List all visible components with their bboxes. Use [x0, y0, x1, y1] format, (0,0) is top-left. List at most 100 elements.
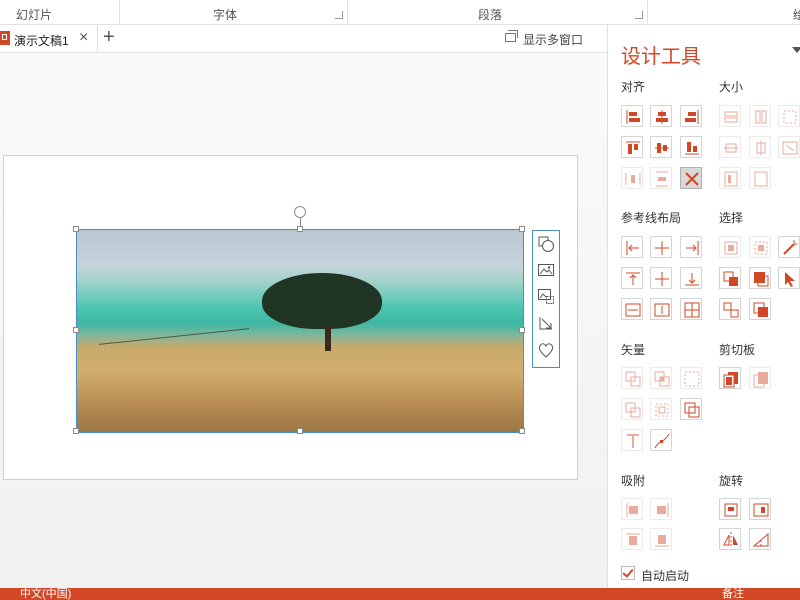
magic-wand-icon[interactable] — [778, 236, 800, 258]
snap-right-icon[interactable] — [650, 498, 672, 520]
size-fit-height-icon[interactable] — [749, 136, 771, 158]
align-center-icon[interactable] — [650, 105, 672, 127]
select-similar-icon[interactable] — [749, 236, 771, 258]
vector-union-icon[interactable] — [621, 367, 643, 389]
vector-overlay-icon[interactable] — [680, 398, 702, 420]
document-tab[interactable]: 演示文稿1 × — [0, 25, 98, 52]
rotate-angle-icon[interactable] — [749, 528, 771, 550]
slide-canvas[interactable] — [3, 155, 578, 480]
size-reset-icon[interactable] — [749, 167, 771, 189]
copy-icon[interactable] — [719, 367, 741, 389]
tree-trunk-shape — [325, 325, 331, 351]
vector-intersect-icon[interactable] — [621, 398, 643, 420]
select-back-icon[interactable] — [749, 298, 771, 320]
size-match-slide-icon[interactable] — [719, 167, 741, 189]
select-pointer-icon[interactable] — [778, 267, 800, 289]
section-size-label: 大小 — [719, 80, 744, 94]
new-tab-button[interactable]: + — [103, 26, 115, 49]
paste-icon[interactable] — [749, 367, 771, 389]
guide-spread-horizontal-icon[interactable] — [621, 298, 643, 320]
status-bar: 中文(中国) 备注 — [0, 588, 800, 600]
rotate-flip-vertical-icon[interactable] — [719, 498, 741, 520]
resize-handle-bottom-right[interactable] — [519, 428, 525, 434]
snap-left-icon[interactable] — [621, 498, 643, 520]
size-fit-width-icon[interactable] — [719, 136, 741, 158]
vector-subtract-icon[interactable] — [650, 398, 672, 420]
select-overlap-icon[interactable] — [719, 267, 741, 289]
font-dialog-launcher-icon[interactable] — [335, 11, 343, 19]
select-group-icon[interactable] — [719, 298, 741, 320]
close-icon[interactable]: × — [79, 29, 88, 47]
ribbon-group-paragraph: 段落 — [348, 0, 648, 24]
paragraph-dialog-launcher-icon[interactable] — [635, 11, 643, 19]
fence-shape — [99, 328, 249, 365]
resize-handle-bottom[interactable] — [297, 428, 303, 434]
resize-handle-right[interactable] — [519, 327, 525, 333]
align-to-slide-icon[interactable] — [680, 167, 702, 189]
size-fit-slide-icon[interactable] — [778, 136, 800, 158]
guide-bottom-icon[interactable] — [680, 267, 702, 289]
rotate-flip-horizontal-icon[interactable] — [749, 498, 771, 520]
ribbon-group-label: 绘 — [793, 8, 800, 22]
auto-start-label: 自动启动 — [641, 569, 690, 583]
align-right-icon[interactable] — [680, 105, 702, 127]
align-top-icon[interactable] — [621, 136, 643, 158]
rotate-mirror-icon[interactable] — [719, 528, 741, 550]
select-front-icon[interactable] — [749, 267, 771, 289]
language-status[interactable]: 中文(中国) — [20, 588, 71, 600]
pane-options-chevron-down-icon[interactable] — [792, 47, 800, 53]
guide-top-icon[interactable] — [621, 267, 643, 289]
size-same-height-icon[interactable] — [749, 105, 771, 127]
resize-handle-top[interactable] — [297, 226, 303, 232]
slide-workspace[interactable] — [0, 53, 607, 588]
landscape-picture[interactable] — [73, 206, 525, 434]
picture-quick-toolbar — [532, 230, 560, 368]
pane-title: 设计工具 — [621, 46, 701, 68]
section-align-label: 对齐 — [621, 80, 646, 94]
ribbon-group-drawing: 绘 — [648, 0, 800, 24]
ribbon-group-slides: 幻灯片 — [0, 0, 120, 24]
section-vector-label: 矢量 — [621, 343, 646, 357]
align-left-icon[interactable] — [621, 105, 643, 127]
section-select-label: 选择 — [719, 211, 744, 225]
vector-fragment-icon[interactable] — [680, 367, 702, 389]
presentation-file-icon — [0, 31, 10, 45]
notes-button[interactable]: 备注 — [722, 588, 744, 600]
distribute-horizontal-icon[interactable] — [621, 167, 643, 189]
multi-window-label: 显示多窗口 — [523, 33, 584, 47]
guide-grid-icon[interactable] — [680, 298, 702, 320]
distribute-vertical-icon[interactable] — [650, 167, 672, 189]
guide-right-icon[interactable] — [680, 236, 702, 258]
guide-left-icon[interactable] — [621, 236, 643, 258]
resize-arrow-icon[interactable] — [537, 314, 555, 332]
guide-center-vertical-icon[interactable] — [650, 267, 672, 289]
ribbon-group-strip: 幻灯片 字体 段落 绘 — [0, 0, 800, 25]
shape-fill-icon[interactable] — [537, 235, 555, 253]
tree-canopy-shape — [262, 273, 382, 329]
align-bottom-icon[interactable] — [680, 136, 702, 158]
ribbon-group-label: 字体 — [213, 8, 238, 22]
ribbon-group-label: 幻灯片 — [16, 8, 53, 22]
rotate-handle[interactable] — [294, 206, 306, 218]
picture-icon[interactable] — [537, 261, 555, 279]
snap-bottom-icon[interactable] — [650, 528, 672, 550]
windows-icon — [505, 30, 518, 42]
edit-points-icon[interactable] — [650, 429, 672, 451]
size-same-width-icon[interactable] — [719, 105, 741, 127]
align-middle-icon[interactable] — [650, 136, 672, 158]
section-rotate-label: 旋转 — [719, 474, 744, 488]
text-to-shape-icon[interactable] — [621, 429, 643, 451]
resize-handle-left[interactable] — [73, 327, 79, 333]
crop-picture-icon[interactable] — [537, 287, 555, 305]
resize-handle-top-right[interactable] — [519, 226, 525, 232]
resize-handle-bottom-left[interactable] — [73, 428, 79, 434]
resize-handle-top-left[interactable] — [73, 226, 79, 232]
size-same-size-icon[interactable] — [778, 105, 800, 127]
snap-top-icon[interactable] — [621, 528, 643, 550]
heart-favorite-icon[interactable] — [537, 341, 555, 359]
auto-start-checkbox[interactable] — [621, 566, 635, 580]
guide-spread-vertical-icon[interactable] — [650, 298, 672, 320]
select-same-icon[interactable] — [719, 236, 741, 258]
guide-center-horizontal-icon[interactable] — [650, 236, 672, 258]
vector-combine-icon[interactable] — [650, 367, 672, 389]
